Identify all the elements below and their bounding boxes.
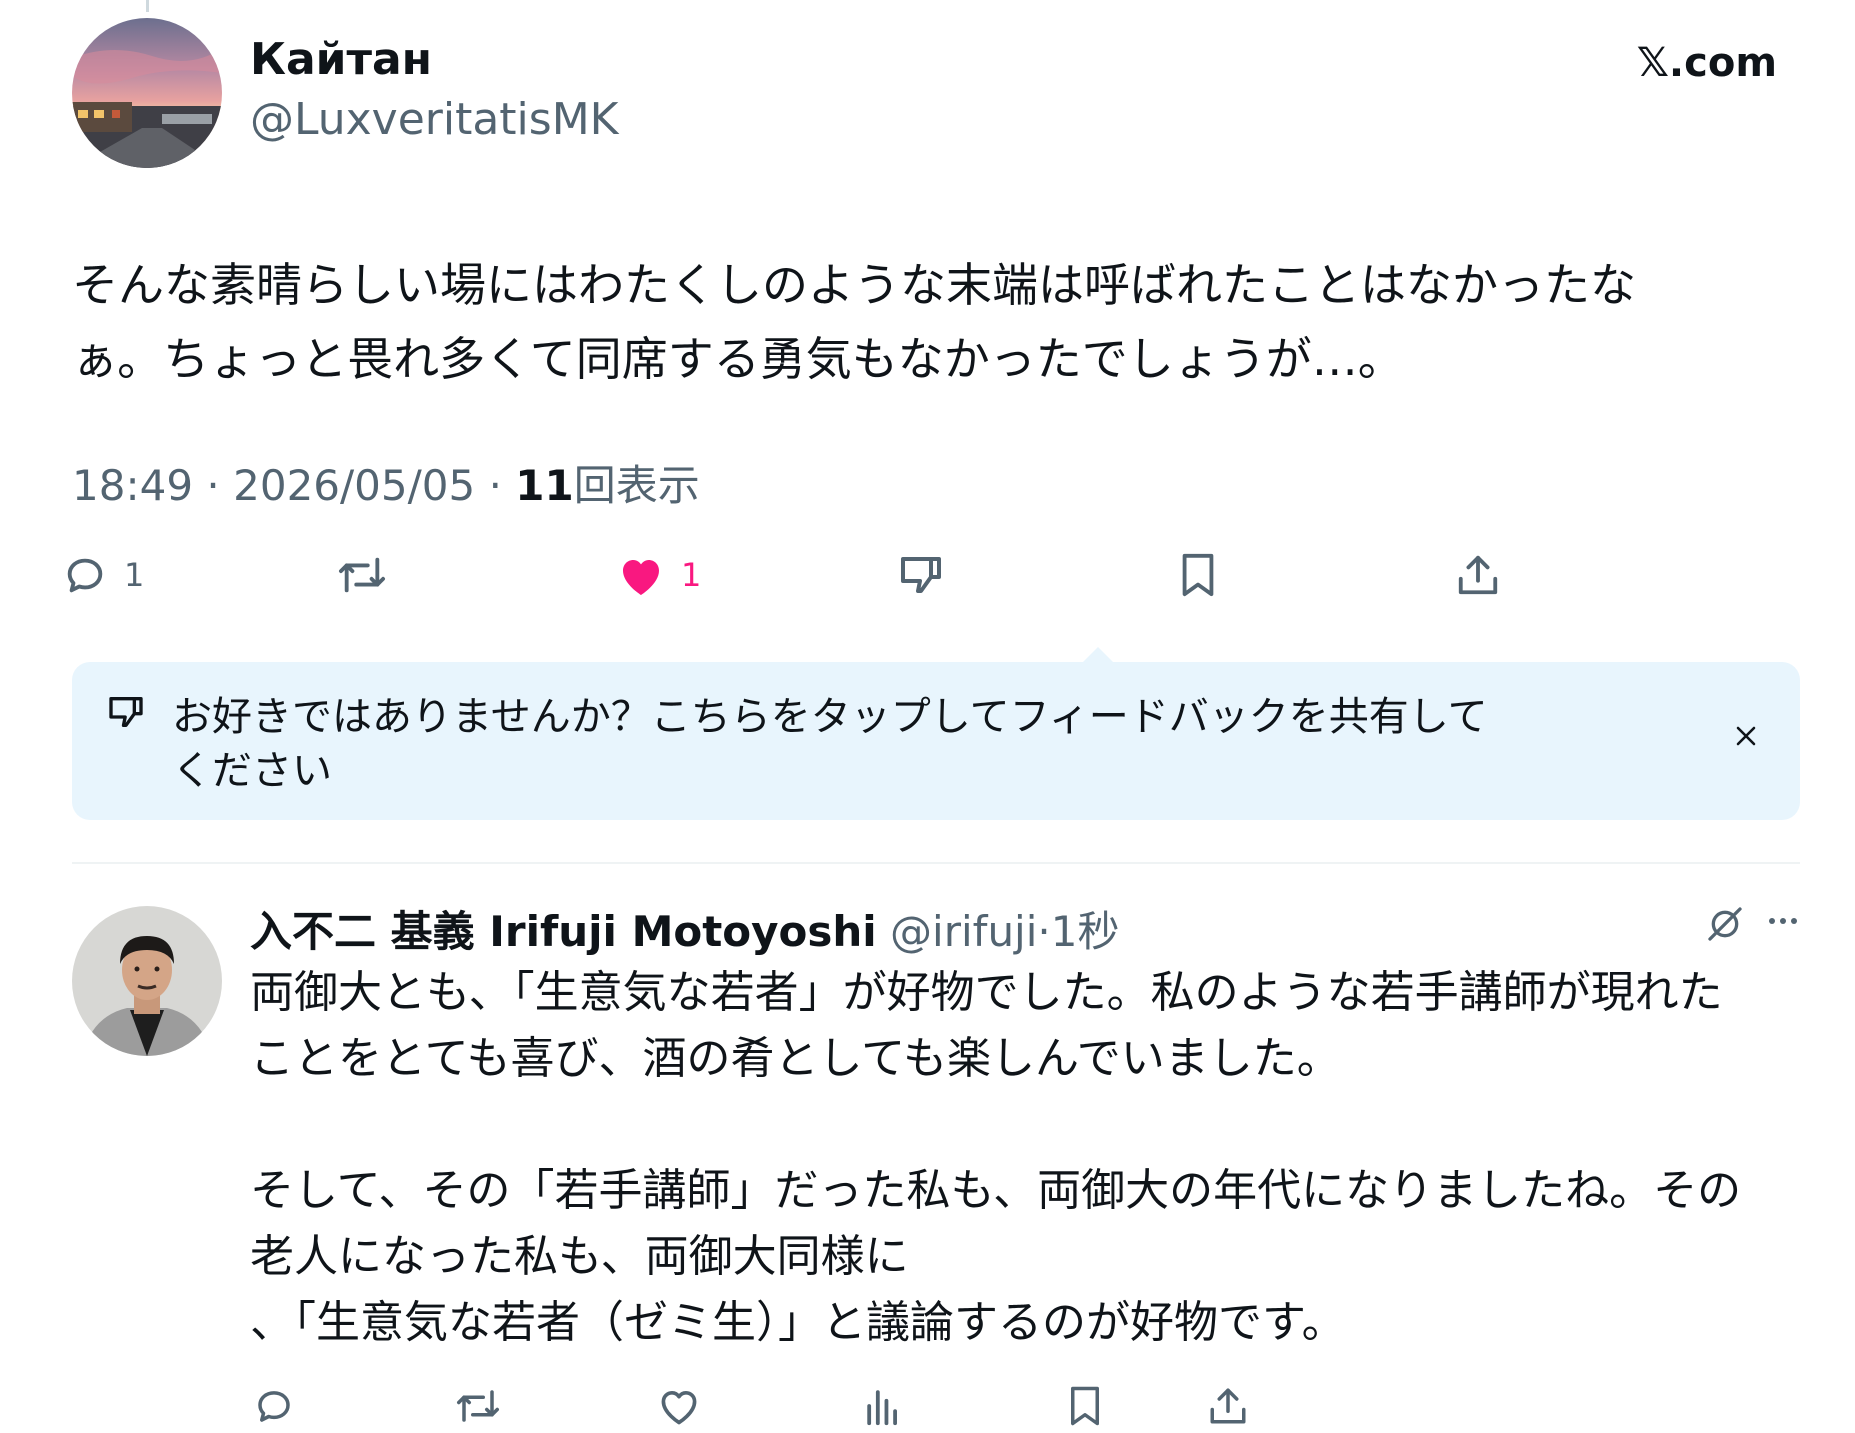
more-options-icon[interactable] (1768, 912, 1798, 931)
reply-icon (62, 552, 108, 598)
reply-text-line: 、「生意気な若者（ゼミ生）」と議論するのが好物です。 (250, 1297, 1346, 1348)
reply-tweet-text: 両御大とも、「生意気な若者」が好物でした。私のような若手講師が現れた ことをとて… (250, 960, 1741, 1356)
main-tweet-avatar[interactable] (72, 18, 222, 168)
thread-connector-line (146, 0, 149, 12)
share-button[interactable] (1455, 545, 1501, 605)
main-tweet-time[interactable]: 18:49 (72, 461, 193, 510)
feedback-banner-line: ください (172, 748, 332, 794)
reply-tweet-avatar[interactable] (72, 906, 222, 1056)
reply-display-name[interactable]: 入不二 基義 Irifuji Motoyoshi (250, 907, 877, 956)
bookmark-icon (1178, 552, 1218, 598)
main-tweet-text-line: そんな素晴らしい場にはわたくしのような末端は呼ばれたことはなかったな (72, 258, 1636, 312)
analytics-icon (864, 1385, 902, 1427)
like-button[interactable] (657, 1382, 701, 1430)
retweet-button[interactable] (337, 545, 387, 605)
reply-icon (253, 1385, 295, 1427)
main-tweet-date[interactable]: 2026/05/05 (233, 461, 475, 510)
feedback-banner-text[interactable]: お好きではありませんか？こちらをタップしてフィードバックを共有して ください (172, 690, 1488, 798)
like-count: 1 (681, 556, 702, 594)
main-tweet-action-bar: 1 1 (0, 545, 1855, 605)
tweet-divider (72, 862, 1800, 864)
retweet-icon (337, 552, 387, 598)
close-icon (1734, 724, 1758, 752)
reply-text-line: そして、その「若手講師」だった私も、両御大の年代になりましたね。その (250, 1165, 1742, 1216)
main-tweet-text-line: ぁ。ちょっと畏れ多くて同席する勇気もなかったでしょうが…。 (72, 332, 1404, 386)
feedback-banner-line: お好きではありませんか？こちらをタップしてフィードバックを共有して (172, 694, 1488, 740)
views-button[interactable] (864, 1382, 902, 1430)
views-label: 回表示 (573, 461, 700, 510)
heart-icon (657, 1385, 701, 1427)
heart-filled-icon (617, 552, 665, 598)
reply-tweet-header: 入不二 基義 Irifuji Motoyoshi @irifuji·1秒 (250, 898, 1120, 959)
reply-tweet-action-bar (0, 1382, 1855, 1430)
share-button[interactable] (1207, 1382, 1249, 1430)
main-tweet-handle[interactable]: @LuxveritatisMK (250, 94, 619, 145)
bookmark-button[interactable] (1178, 545, 1218, 605)
feedback-banner-pointer (1082, 647, 1114, 663)
grok-icon[interactable] (1705, 904, 1745, 948)
main-tweet-display-name[interactable]: Кайтан (250, 34, 432, 85)
reply-button[interactable] (253, 1382, 295, 1430)
reply-button[interactable]: 1 (62, 545, 144, 605)
reply-text-line: ことをとても喜び、酒の肴としても楽しんでいました。 (250, 1033, 1341, 1084)
bookmark-button[interactable] (1067, 1382, 1103, 1430)
meta-separator: · (488, 461, 502, 510)
views-count: 11 (515, 461, 574, 510)
dislike-button[interactable] (897, 545, 945, 605)
reply-count: 1 (124, 556, 145, 594)
share-icon (1455, 552, 1501, 598)
bookmark-icon (1067, 1385, 1103, 1427)
meta-separator: · (1037, 907, 1051, 956)
reply-text-line (250, 1092, 1741, 1158)
reply-text-line: 老人になった私も、両御大同様に (250, 1231, 909, 1282)
like-button[interactable]: 1 (617, 545, 701, 605)
x-com-logo: 𝕏.com (1636, 40, 1777, 86)
close-banner-button[interactable] (1726, 718, 1766, 758)
share-icon (1207, 1385, 1249, 1427)
thumbs-down-icon (897, 551, 945, 599)
main-tweet-meta: 18:49 · 2026/05/05 · 11回表示 (72, 452, 700, 513)
reply-text-line: 両御大とも、「生意気な若者」が好物でした。私のような若手講師が現れた (250, 967, 1723, 1018)
feedback-banner[interactable]: お好きではありませんか？こちらをタップしてフィードバックを共有して ください (72, 662, 1800, 820)
reply-handle[interactable]: @irifuji (890, 907, 1037, 956)
main-tweet-text: そんな素晴らしい場にはわたくしのような末端は呼ばれたことはなかったな ぁ。ちょっ… (72, 248, 1772, 396)
meta-separator: · (206, 461, 220, 510)
retweet-button[interactable] (455, 1382, 501, 1430)
reply-time[interactable]: 1秒 (1051, 907, 1120, 956)
thumbs-down-icon (106, 692, 146, 736)
retweet-icon (455, 1385, 501, 1427)
